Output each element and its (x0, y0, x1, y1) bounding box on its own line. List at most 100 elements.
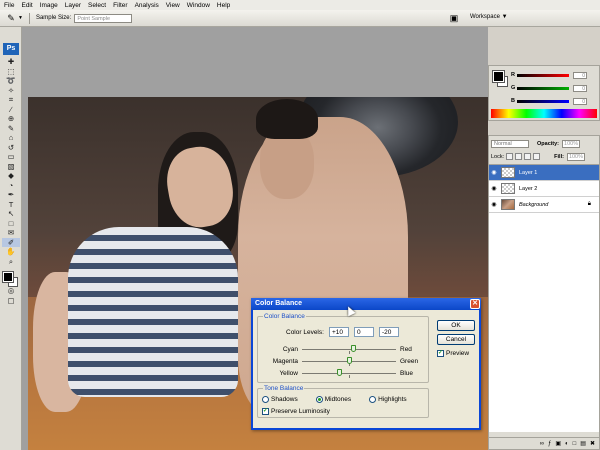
magenta-label: Magenta (272, 357, 298, 365)
stamp-icon[interactable]: ⌂ (2, 133, 20, 143)
type-icon[interactable]: T (2, 200, 20, 210)
adjustment-layer-icon[interactable]: ◐ (565, 441, 569, 447)
cancel-button[interactable]: Cancel (437, 334, 475, 345)
yellow-blue-level-input[interactable]: -20 (378, 327, 399, 337)
brush-icon[interactable]: ✎ (2, 124, 20, 134)
opacity-input[interactable]: 100% (562, 139, 581, 148)
slice-icon[interactable]: ∕ (2, 105, 20, 115)
green-slider[interactable] (517, 86, 569, 90)
menu-layer[interactable]: Layer (65, 2, 81, 9)
yellow-blue-slider-knob[interactable] (337, 368, 343, 376)
shadows-radio-dot[interactable] (262, 396, 269, 403)
highlights-radio-dot[interactable] (369, 396, 377, 403)
dodge-icon[interactable]: ◔ (2, 181, 20, 191)
menu-help[interactable]: Help (217, 2, 230, 9)
color-swatches[interactable] (2, 268, 20, 287)
menu-filter[interactable]: Filter (113, 2, 127, 9)
lock-transparency-icon[interactable] (506, 153, 514, 160)
color-levels-label: Color Levels: (286, 328, 324, 336)
screen-mode-icon[interactable]: ▢ (2, 296, 20, 306)
lock-image-icon[interactable] (515, 153, 523, 160)
layer-style-icon[interactable]: ƒ (548, 441, 551, 447)
red-slider-row[interactable]: R 0 (511, 71, 587, 79)
delete-layer-icon[interactable]: ✖ (590, 440, 595, 447)
preview-row[interactable]: ✓ Preview (437, 350, 469, 357)
menu-analysis[interactable]: Analysis (135, 2, 159, 9)
lasso-icon[interactable]: ➰ (2, 76, 20, 86)
close-icon[interactable]: ✕ (470, 299, 480, 309)
color-panel-foreground-swatch[interactable] (492, 70, 505, 83)
layer-row-background[interactable]: ◉ Background 🔒︎ (489, 197, 599, 213)
bridge-icon[interactable]: ▣ (447, 12, 461, 24)
pen-icon[interactable]: ✒ (2, 190, 20, 200)
tool-preset-chevron-down-icon[interactable]: ▼ (18, 15, 23, 21)
path-select-icon[interactable]: ↖ (2, 209, 20, 219)
shadows-radio[interactable]: Shadows (262, 396, 298, 403)
marquee-icon[interactable]: ⬚ (2, 67, 20, 77)
magenta-green-slider-knob[interactable] (346, 356, 352, 364)
menu-view[interactable]: View (166, 2, 180, 9)
red-value[interactable]: 0 (573, 71, 587, 79)
lock-position-icon[interactable] (524, 153, 532, 160)
blend-mode-select[interactable]: Normal (491, 139, 529, 148)
shape-icon[interactable]: □ (2, 219, 20, 229)
eyedropper-tool-icon[interactable]: ✐ (2, 237, 20, 247)
magic-wand-icon[interactable]: ✧ (2, 86, 20, 96)
foreground-color-swatch[interactable] (2, 271, 14, 283)
color-spectrum-ramp[interactable] (491, 109, 597, 118)
add-mask-icon[interactable]: ▣ (555, 440, 561, 447)
zoom-icon[interactable]: ⌕ (2, 257, 20, 267)
menu-image[interactable]: Image (40, 2, 58, 9)
healing-icon[interactable]: ⊕ (2, 114, 20, 124)
visibility-eye-icon[interactable]: ◉ (489, 201, 499, 208)
lock-all-icon[interactable] (533, 153, 541, 160)
link-layers-icon[interactable]: ∞ (540, 441, 544, 447)
highlights-radio[interactable]: Highlights (369, 396, 407, 403)
color-balance-group-title: Color Balance (263, 313, 306, 320)
crop-icon[interactable]: ⌗ (2, 95, 20, 105)
cyan-red-level-input[interactable]: +10 (328, 327, 349, 337)
yellow-blue-track[interactable] (302, 368, 396, 378)
magenta-green-track[interactable] (302, 356, 396, 366)
history-brush-icon[interactable]: ↺ (2, 143, 20, 153)
blur-icon[interactable]: ◆ (2, 171, 20, 181)
new-layer-icon[interactable]: ▤ (580, 440, 586, 447)
menu-edit[interactable]: Edit (21, 2, 32, 9)
gradient-icon[interactable]: ▧ (2, 162, 20, 172)
workspace-menu[interactable]: Workspace ▼ (470, 14, 508, 20)
new-group-icon[interactable]: □ (573, 441, 577, 447)
blue-slider[interactable] (517, 99, 569, 103)
hand-icon[interactable]: ✋ (2, 247, 20, 257)
visibility-eye-icon[interactable]: ◉ (489, 185, 499, 192)
notes-icon[interactable]: ✉ (2, 228, 20, 238)
layer-row-layer-2[interactable]: ◉ Layer 2 (489, 181, 599, 197)
eyedropper-icon[interactable]: ✎ (5, 12, 17, 24)
preserve-luminosity-checkbox[interactable]: ✓ (262, 408, 269, 415)
preview-checkbox[interactable]: ✓ (437, 350, 444, 357)
green-slider-row[interactable]: G 0 (511, 84, 587, 92)
quick-mask-icon[interactable]: ◎ (2, 286, 20, 296)
cyan-red-slider-knob[interactable] (351, 344, 357, 352)
fill-input[interactable]: 100% (566, 152, 585, 161)
menu-file[interactable]: File (4, 2, 14, 9)
menu-window[interactable]: Window (187, 2, 210, 9)
layer-thumbnail (501, 167, 515, 178)
midtones-label: Midtones (324, 396, 352, 403)
ok-button[interactable]: OK (437, 320, 475, 331)
move-icon[interactable]: ✚ (2, 57, 20, 67)
preserve-luminosity-row[interactable]: ✓ Preserve Luminosity (262, 408, 330, 415)
midtones-radio-dot[interactable] (315, 396, 323, 403)
dialog-title-bar[interactable]: Color Balance ✕ (251, 298, 481, 310)
magenta-green-level-input[interactable]: 0 (353, 327, 374, 337)
blue-value[interactable]: 0 (573, 97, 587, 105)
layer-row-layer-1[interactable]: ◉ Layer 1 (489, 165, 599, 181)
cyan-red-track[interactable] (302, 344, 396, 354)
midtones-radio[interactable]: Midtones (315, 396, 352, 403)
eraser-icon[interactable]: ▭ (2, 152, 20, 162)
red-slider[interactable] (517, 73, 569, 77)
sample-size-select[interactable]: Point Sample (74, 13, 133, 23)
blue-slider-row[interactable]: B 0 (511, 97, 587, 105)
green-value[interactable]: 0 (573, 84, 587, 92)
visibility-eye-icon[interactable]: ◉ (489, 169, 499, 176)
menu-select[interactable]: Select (88, 2, 106, 9)
